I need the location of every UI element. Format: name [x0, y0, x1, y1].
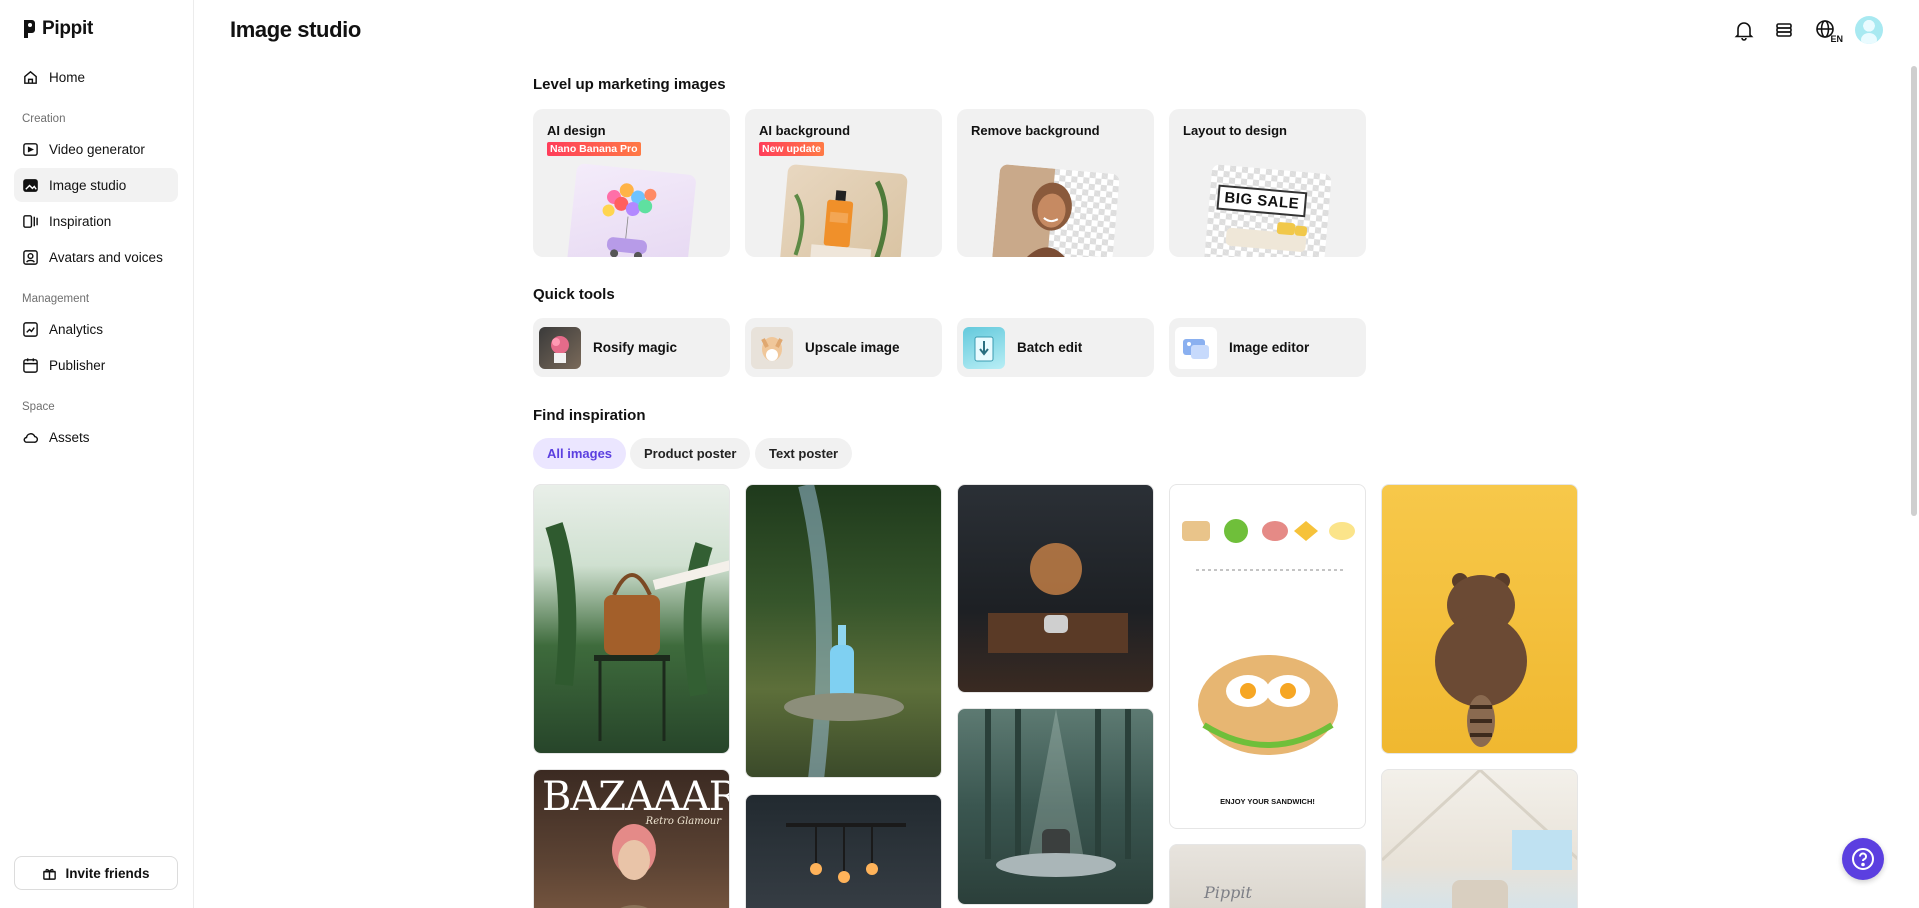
section-label-space: Space	[22, 401, 55, 413]
section-label-creation: Creation	[22, 113, 66, 125]
pippit-logo-icon	[24, 20, 35, 38]
language-selector[interactable]: EN	[1811, 17, 1843, 44]
card-title: Layout to design	[1183, 123, 1287, 138]
filter-text-poster[interactable]: Text poster	[755, 438, 853, 469]
ai-design-preview	[566, 162, 697, 257]
sidebar-item-assets[interactable]: Assets	[14, 420, 178, 454]
batch-edit-tool[interactable]: Batch edit	[957, 318, 1154, 377]
gift-icon	[43, 868, 57, 880]
notifications-button[interactable]	[1731, 17, 1757, 43]
sidebar-item-inspiration[interactable]: Inspiration	[14, 204, 178, 238]
rosify-magic-tool[interactable]: Rosify magic	[533, 318, 730, 377]
batch-edit-thumbnail	[963, 326, 1005, 369]
question-icon	[1852, 848, 1874, 870]
header-actions: EN	[1731, 16, 1883, 44]
inspiration-icon	[23, 214, 38, 228]
sidebar-item-image-studio[interactable]: Image studio	[14, 168, 178, 202]
scrollbar-thumb[interactable]	[1911, 66, 1917, 516]
page-title: Image studio	[230, 17, 361, 42]
credits-button[interactable]	[1771, 17, 1797, 43]
inspiration-image-handbag[interactable]	[533, 484, 730, 754]
calendar-icon	[23, 357, 38, 373]
bell-icon	[1734, 22, 1754, 41]
tool-label: Upscale image	[805, 340, 900, 355]
find-inspiration-title: Find inspiration	[533, 407, 646, 424]
ai-design-card[interactable]: AI design Nano Banana Pro	[533, 109, 730, 257]
analytics-icon	[23, 321, 38, 337]
home-icon	[24, 70, 37, 84]
brand-logo[interactable]: Pippit	[22, 18, 93, 40]
upscale-image-tool[interactable]: Upscale image	[745, 318, 942, 377]
ai-background-preview	[779, 163, 908, 257]
balloon-car-illustration	[602, 183, 656, 257]
inspiration-image-glamping-tent[interactable]	[1381, 769, 1578, 908]
brand-box-text: Pippit	[1204, 883, 1252, 902]
sidebar-item-label: Publisher	[49, 357, 106, 373]
cloud-icon	[23, 432, 39, 443]
sidebar-item-label: Home	[49, 69, 86, 85]
filter-product-poster[interactable]: Product poster	[630, 438, 751, 469]
card-title: AI design	[547, 123, 606, 138]
card-badge: New update	[759, 142, 824, 156]
ai-background-card[interactable]: AI background New update	[745, 109, 942, 257]
card-title: Remove background	[971, 123, 1100, 138]
sidebar-item-home[interactable]: Home	[14, 60, 178, 94]
sidebar: Pippit Home Creation Video generator Ima…	[0, 0, 194, 908]
sidebar-item-avatars-voices[interactable]: Avatars and voices	[14, 240, 178, 274]
stack-icon	[1776, 23, 1792, 37]
sidebar-item-label: Analytics	[49, 321, 104, 337]
inspiration-image-bottle-stream[interactable]	[745, 484, 942, 778]
sidebar-item-label: Avatars and voices	[49, 249, 163, 265]
invite-friends-label: Invite friends	[65, 865, 150, 881]
filter-all-images[interactable]: All images	[533, 438, 627, 469]
image-editor-thumbnail	[1175, 326, 1217, 369]
sidebar-item-video-generator[interactable]: Video generator	[14, 132, 178, 166]
sidebar-item-label: Image studio	[49, 177, 127, 193]
upscale-thumbnail	[751, 326, 793, 369]
tool-label: Image editor	[1229, 340, 1310, 355]
inspiration-image-pendant-lights[interactable]	[745, 794, 942, 908]
remove-background-preview	[991, 163, 1120, 257]
layout-to-design-preview: BIG SALE	[1203, 163, 1332, 257]
sidebar-item-analytics[interactable]: Analytics	[14, 312, 178, 346]
invite-friends-button[interactable]: Invite friends	[14, 856, 178, 890]
portrait-illustration	[991, 163, 1072, 257]
rosify-thumbnail	[539, 326, 581, 369]
card-title: AI background	[759, 123, 851, 138]
user-avatar[interactable]	[1855, 16, 1883, 44]
sidebar-item-label: Video generator	[49, 141, 145, 157]
section-label-management: Management	[22, 293, 90, 305]
inspiration-image-sandwich-recipe[interactable]: ENJOY YOUR SANDWICH!	[1169, 484, 1366, 829]
app-root: Pippit Home Creation Video generator Ima…	[0, 0, 1919, 908]
remove-background-card[interactable]: Remove background	[957, 109, 1154, 257]
sidebar-item-label: Inspiration	[49, 213, 112, 229]
sandwich-caption: ENJOY YOUR SANDWICH!	[1220, 797, 1315, 806]
marketing-section-title: Level up marketing images	[533, 76, 726, 93]
quick-tools-title: Quick tools	[533, 286, 615, 303]
sidebar-item-label: Assets	[49, 429, 90, 445]
help-button[interactable]	[1842, 838, 1884, 880]
image-icon	[23, 178, 38, 192]
language-code: EN	[1830, 34, 1843, 44]
tool-label: Rosify magic	[593, 340, 678, 355]
sofa-illustration	[1225, 222, 1307, 252]
perfume-illustration	[793, 180, 888, 257]
brand-name: Pippit	[42, 18, 93, 39]
tool-label: Batch edit	[1017, 340, 1083, 355]
inspiration-image-forest-product[interactable]	[957, 708, 1154, 905]
inspiration-image-brand-box[interactable]: Pippit	[1169, 844, 1366, 908]
image-editor-tool[interactable]: Image editor	[1169, 318, 1366, 377]
inspiration-image-raccoon-toy[interactable]	[1381, 484, 1578, 754]
inspiration-image-magazine[interactable]: BAZAAAR Retro Glamour	[533, 769, 730, 908]
card-badge: Nano Banana Pro	[547, 142, 641, 156]
sidebar-item-publisher[interactable]: Publisher	[14, 348, 178, 382]
inspiration-image-earbuds[interactable]	[957, 484, 1154, 693]
layout-to-design-card[interactable]: Layout to design BIG SALE	[1169, 109, 1366, 257]
avatar-voice-icon	[23, 249, 38, 265]
video-icon	[23, 142, 38, 156]
